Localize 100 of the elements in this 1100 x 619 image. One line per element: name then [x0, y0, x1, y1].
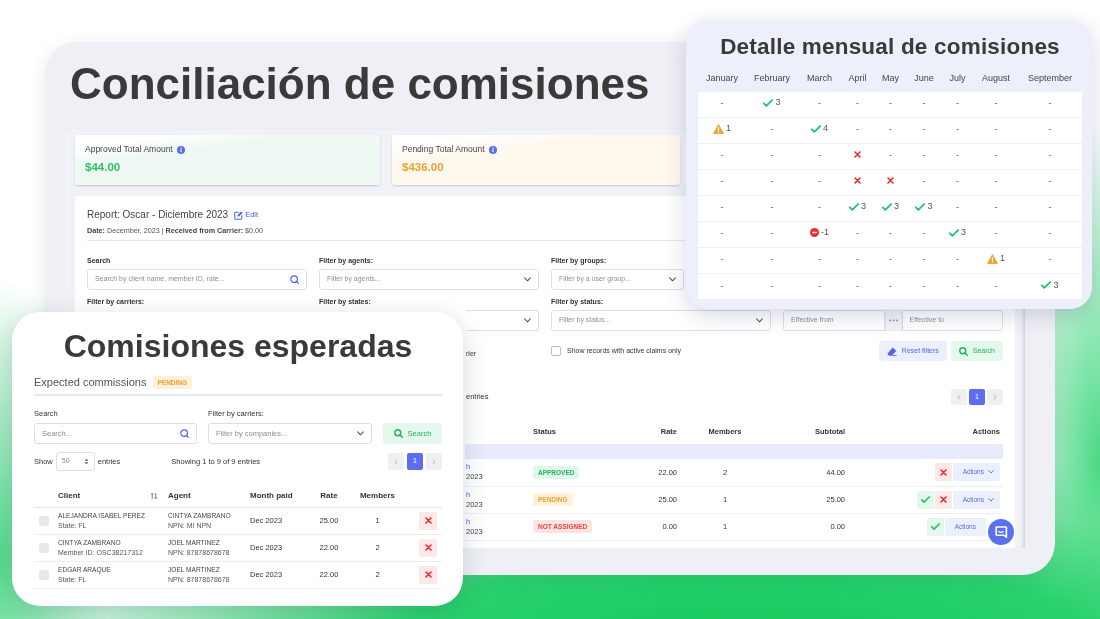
column-header: Members	[350, 485, 405, 507]
chevron-down-icon	[524, 318, 531, 323]
table-cell: -	[974, 143, 1018, 169]
select-field[interactable]	[466, 310, 539, 331]
table-cell: -	[746, 247, 798, 273]
count-text: 3	[1053, 278, 1059, 292]
previous-page-button[interactable]	[951, 389, 967, 405]
warning-icon	[713, 123, 724, 134]
chevron-right-icon	[432, 458, 436, 465]
table-cell: -	[798, 91, 841, 117]
table-cell: -	[698, 221, 746, 247]
table-cell: -	[698, 91, 746, 117]
reject-button[interactable]	[934, 463, 952, 482]
chevron-down-icon	[756, 318, 763, 323]
close-icon	[854, 151, 861, 159]
table-cell: -	[941, 117, 974, 143]
chevron-right-icon	[993, 394, 997, 400]
delete-button[interactable]	[419, 538, 437, 557]
count-text: 1	[726, 121, 731, 135]
table-cell: -	[1018, 117, 1082, 143]
minus-circle-icon	[810, 228, 819, 238]
edit-icon	[234, 210, 244, 220]
check-icon	[882, 203, 892, 212]
table-cell: -	[841, 273, 874, 299]
close-icon	[424, 544, 432, 551]
table-cell: -	[941, 273, 974, 299]
table-cell: -	[1018, 169, 1082, 195]
reject-button[interactable]	[934, 490, 952, 509]
table-cell: -	[941, 169, 974, 195]
check-icon	[1041, 281, 1052, 290]
close-icon	[887, 177, 894, 185]
table-cell: -	[941, 91, 974, 117]
search-icon	[958, 346, 968, 356]
stat-value: $436.00	[402, 160, 444, 174]
table-cell: -	[1018, 247, 1082, 273]
panel-title: Comisiones esperadas	[62, 327, 414, 366]
delete-button[interactable]	[419, 511, 437, 530]
chevron-left-icon	[394, 458, 398, 465]
chevron-down-icon	[988, 470, 994, 475]
table-cell: -	[698, 247, 746, 273]
previous-page-button[interactable]	[388, 453, 404, 470]
delete-button[interactable]	[419, 565, 437, 584]
table-cell: -	[746, 143, 798, 169]
table-cell: -	[907, 273, 941, 299]
month-header: May	[874, 67, 907, 91]
stat-label: Pending Total Amount	[402, 144, 485, 155]
stat-value: $44.00	[85, 160, 121, 174]
chat-icon[interactable]	[988, 519, 1014, 545]
table-cell: -	[798, 169, 841, 195]
report-title: Report: Oscar - Diciembre 2023	[87, 208, 229, 222]
table-cell: -	[874, 273, 907, 299]
month-header: June	[907, 67, 941, 91]
month-header: April	[841, 67, 874, 91]
table-cell: -	[874, 221, 907, 247]
table-cell: -	[974, 195, 1018, 221]
month-header: September	[1018, 67, 1082, 91]
check-icon	[949, 229, 959, 238]
count-text: 3	[775, 96, 781, 110]
check-icon	[849, 203, 859, 212]
table-cell: -	[841, 221, 874, 247]
chevron-down-icon	[988, 497, 994, 502]
count-text: 3	[927, 200, 933, 214]
warning-icon	[987, 253, 998, 264]
table-cell: -	[974, 221, 1018, 247]
approve-button[interactable]	[926, 517, 944, 536]
table-cell: -	[746, 117, 798, 143]
table-cell: -	[974, 117, 1018, 143]
column-header: Rate	[308, 485, 350, 507]
close-icon	[939, 468, 947, 476]
search-icon	[393, 429, 403, 438]
table-cell: -	[698, 143, 746, 169]
approve-button[interactable]	[916, 490, 934, 509]
next-page-button[interactable]	[987, 389, 1003, 405]
check-icon	[763, 99, 774, 108]
table-cell: -	[907, 91, 941, 117]
table-cell: -	[874, 117, 907, 143]
table-cell: -	[1018, 143, 1082, 169]
table-cell: -	[907, 169, 941, 195]
check-icon	[811, 125, 821, 134]
search-icon	[290, 275, 299, 284]
table-cell: -	[974, 91, 1018, 117]
table-cell: -	[1018, 195, 1082, 221]
table-cell: -	[841, 247, 874, 273]
chevron-down-icon	[669, 277, 676, 282]
next-page-button[interactable]	[426, 453, 442, 470]
month-header: August	[974, 67, 1018, 91]
table-cell: -	[907, 143, 941, 169]
count-text: 3	[861, 200, 866, 214]
table-cell: -	[698, 195, 746, 221]
check-icon	[915, 203, 926, 212]
count-text: 3	[894, 200, 899, 214]
checkbox[interactable]	[551, 346, 561, 356]
month-header: March	[798, 67, 841, 91]
stat-label: Approved Total Amount	[85, 144, 173, 155]
updown-icon	[83, 458, 89, 465]
table-cell: -	[907, 221, 941, 247]
table-cell: -	[874, 143, 907, 169]
info-icon	[488, 145, 497, 154]
info-icon	[176, 145, 185, 154]
table-cell: -	[907, 247, 941, 273]
